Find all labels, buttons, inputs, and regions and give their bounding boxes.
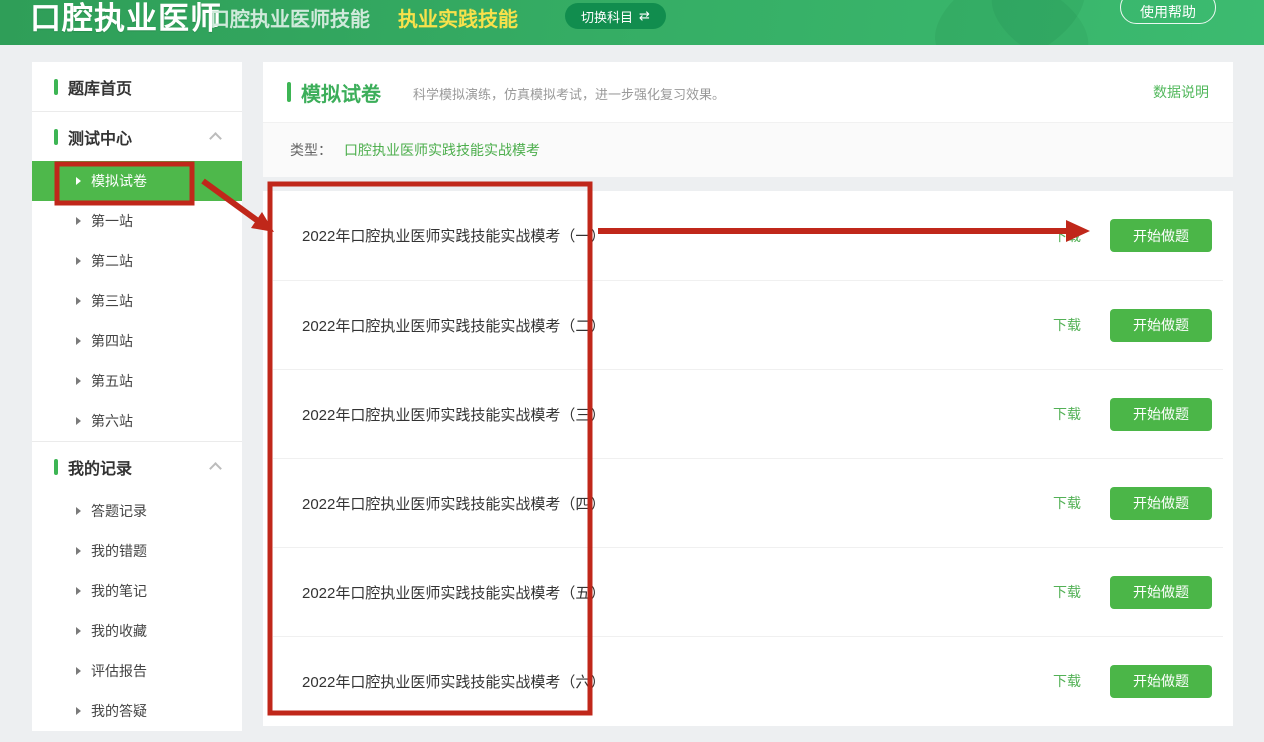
caret-right-icon [76, 667, 81, 675]
nav-tab-practice-active[interactable]: 执业实践技能 [398, 3, 518, 32]
green-bar-icon [287, 82, 291, 102]
nav-tab-skill[interactable]: 口腔执业医师技能 [210, 3, 370, 32]
chevron-up-icon[interactable] [209, 132, 222, 145]
caret-right-icon [76, 177, 81, 185]
sidebar-item-label: 第一站 [91, 211, 133, 231]
type-filter-bar: 类型： 口腔执业医师实践技能实战模考 [263, 122, 1233, 177]
sidebar-item-station-6[interactable]: 第六站 [32, 401, 242, 441]
exam-row-6: 2022年口腔执业医师实践技能实战模考（六） 下载 开始做题 [273, 636, 1223, 725]
sidebar-section-title: 我的记录 [68, 455, 132, 479]
download-link[interactable]: 下载 [1053, 315, 1081, 335]
sidebar-item-evaluation-report[interactable]: 评估报告 [32, 651, 242, 691]
start-exam-button[interactable]: 开始做题 [1110, 665, 1212, 698]
page-subtitle: 科学模拟演练，仿真模拟考试，进一步强化复习效果。 [413, 81, 725, 103]
exam-title: 2022年口腔执业医师实践技能实战模考（六） [302, 671, 605, 692]
start-exam-button[interactable]: 开始做题 [1110, 219, 1212, 252]
caret-right-icon [76, 417, 81, 425]
exam-row-5: 2022年口腔执业医师实践技能实战模考（五） 下载 开始做题 [273, 547, 1223, 636]
data-description-link[interactable]: 数据说明 [1153, 82, 1209, 102]
main-title-row: 模拟试卷 科学模拟演练，仿真模拟考试，进一步强化复习效果。 数据说明 [263, 62, 1233, 122]
switch-subject-button[interactable]: 切换科目 ⇄ [565, 3, 666, 29]
sidebar-item-home[interactable]: 题库首页 [32, 62, 242, 111]
swap-arrows-icon: ⇄ [639, 8, 650, 24]
sidebar-item-my-notes[interactable]: 我的笔记 [32, 571, 242, 611]
filter-label: 类型： [290, 140, 332, 160]
caret-right-icon [76, 547, 81, 555]
sidebar-item-station-4[interactable]: 第四站 [32, 321, 242, 361]
download-link[interactable]: 下载 [1053, 404, 1081, 424]
exam-title: 2022年口腔执业医师实践技能实战模考（一） [302, 225, 605, 246]
caret-right-icon [76, 507, 81, 515]
sidebar-item-station-1[interactable]: 第一站 [32, 201, 242, 241]
caret-right-icon [76, 257, 81, 265]
sidebar-item-my-mistakes[interactable]: 我的错题 [32, 531, 242, 571]
help-button[interactable]: 使用帮助 [1120, 0, 1216, 24]
sidebar-item-label: 我的笔记 [91, 581, 147, 601]
sidebar-item-label: 第二站 [91, 251, 133, 271]
sidebar-item-my-favorites[interactable]: 我的收藏 [32, 611, 242, 651]
start-exam-button[interactable]: 开始做题 [1110, 487, 1212, 520]
exam-row-2: 2022年口腔执业医师实践技能实战模考（二） 下载 开始做题 [273, 280, 1223, 369]
download-link[interactable]: 下载 [1053, 493, 1081, 513]
sidebar-section-test-center[interactable]: 测试中心 [32, 112, 242, 161]
exam-list: 2022年口腔执业医师实践技能实战模考（一） 下载 开始做题 2022年口腔执业… [263, 191, 1233, 726]
green-bar-icon [54, 79, 58, 95]
caret-right-icon [76, 707, 81, 715]
sidebar: 题库首页 测试中心 模拟试卷 第一站 第二站 第三站 第四站 [32, 62, 242, 731]
sidebar-item-label: 答题记录 [91, 501, 147, 521]
sidebar-item-label: 第六站 [91, 411, 133, 431]
green-bar-icon [54, 129, 58, 145]
caret-right-icon [76, 337, 81, 345]
sidebar-item-label: 第四站 [91, 331, 133, 351]
exam-title: 2022年口腔执业医师实践技能实战模考（四） [302, 493, 605, 514]
download-link[interactable]: 下载 [1053, 671, 1081, 691]
caret-right-icon [76, 627, 81, 635]
sidebar-item-my-questions[interactable]: 我的答疑 [32, 691, 242, 731]
caret-right-icon [76, 377, 81, 385]
filter-value-link[interactable]: 口腔执业医师实践技能实战模考 [344, 140, 540, 160]
exam-title: 2022年口腔执业医师实践技能实战模考（三） [302, 404, 605, 425]
sidebar-section-title: 测试中心 [68, 125, 132, 149]
sidebar-item-label: 我的收藏 [91, 621, 147, 641]
sidebar-section-my-records[interactable]: 我的记录 [32, 442, 242, 491]
chevron-up-icon[interactable] [209, 462, 222, 475]
sidebar-item-answer-records[interactable]: 答题记录 [32, 491, 242, 531]
page-title: 模拟试卷 [301, 78, 381, 107]
sidebar-item-station-5[interactable]: 第五站 [32, 361, 242, 401]
site-logo[interactable]: 口腔执业医师 [30, 0, 222, 38]
exam-title: 2022年口腔执业医师实践技能实战模考（二） [302, 315, 605, 336]
sidebar-item-label: 第五站 [91, 371, 133, 391]
sidebar-item-mock-papers[interactable]: 模拟试卷 [32, 161, 242, 201]
start-exam-button[interactable]: 开始做题 [1110, 309, 1212, 342]
sidebar-section-title: 题库首页 [68, 75, 132, 99]
exam-row-4: 2022年口腔执业医师实践技能实战模考（四） 下载 开始做题 [273, 458, 1223, 547]
caret-right-icon [76, 587, 81, 595]
caret-right-icon [76, 217, 81, 225]
sidebar-item-label: 我的答疑 [91, 701, 147, 721]
exam-row-1: 2022年口腔执业医师实践技能实战模考（一） 下载 开始做题 [273, 191, 1223, 280]
sidebar-item-label: 我的错题 [91, 541, 147, 561]
sidebar-item-station-2[interactable]: 第二站 [32, 241, 242, 281]
sidebar-item-label: 评估报告 [91, 661, 147, 681]
download-link[interactable]: 下载 [1053, 226, 1081, 246]
switch-subject-label: 切换科目 [581, 7, 633, 26]
sidebar-item-label: 第三站 [91, 291, 133, 311]
download-link[interactable]: 下载 [1053, 582, 1081, 602]
sidebar-item-label: 模拟试卷 [91, 171, 147, 191]
top-header: 口腔执业医师 口腔执业医师技能 执业实践技能 切换科目 ⇄ 使用帮助 [0, 0, 1264, 45]
sidebar-item-station-3[interactable]: 第三站 [32, 281, 242, 321]
main-header-card: 模拟试卷 科学模拟演练，仿真模拟考试，进一步强化复习效果。 数据说明 类型： 口… [263, 62, 1233, 177]
caret-right-icon [76, 297, 81, 305]
start-exam-button[interactable]: 开始做题 [1110, 576, 1212, 609]
exam-row-3: 2022年口腔执业医师实践技能实战模考（三） 下载 开始做题 [273, 369, 1223, 458]
exam-title: 2022年口腔执业医师实践技能实战模考（五） [302, 582, 605, 603]
green-bar-icon [54, 459, 58, 475]
start-exam-button[interactable]: 开始做题 [1110, 398, 1212, 431]
page: 口腔执业医师 口腔执业医师技能 执业实践技能 切换科目 ⇄ 使用帮助 题库首页 … [0, 0, 1264, 742]
